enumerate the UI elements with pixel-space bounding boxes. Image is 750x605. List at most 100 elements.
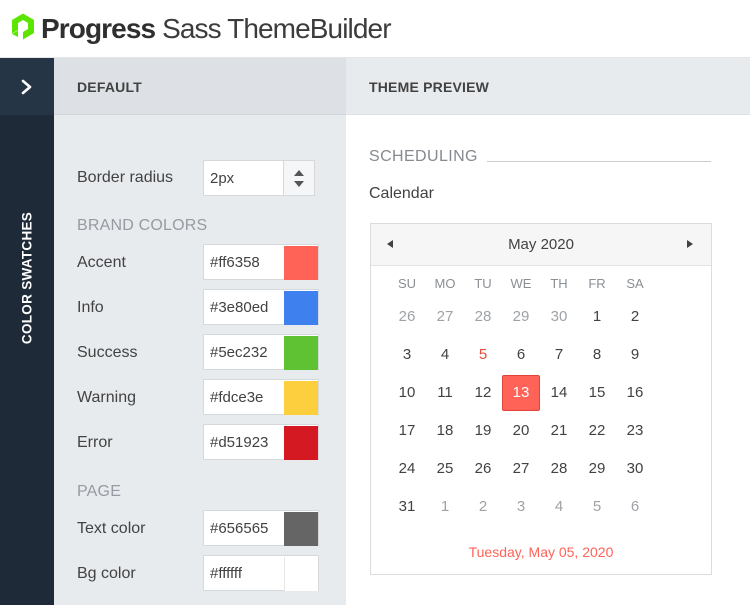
- error-color-input[interactable]: #d51923: [203, 424, 319, 460]
- calendar-day[interactable]: 6: [616, 489, 654, 525]
- calendar-day[interactable]: 28: [464, 299, 502, 335]
- color-swatches-tab[interactable]: COLOR SWATCHES: [10, 198, 44, 358]
- app-title: Progress Sass ThemeBuilder: [41, 13, 392, 45]
- warning-color-input[interactable]: #fdce3e: [203, 379, 319, 415]
- text-color-swatch[interactable]: [284, 512, 318, 546]
- calendar-day[interactable]: 26: [464, 451, 502, 487]
- brand-name: Progress: [41, 13, 156, 44]
- calendar-day[interactable]: 24: [388, 451, 426, 487]
- calendar-day[interactable]: 9: [616, 337, 654, 373]
- calendar-day[interactable]: 10: [388, 375, 426, 411]
- info-swatch[interactable]: [284, 291, 318, 325]
- calendar-day[interactable]: 1: [578, 299, 616, 335]
- success-color-input[interactable]: #5ec232: [203, 334, 319, 370]
- calendar-day[interactable]: 12: [464, 375, 502, 411]
- success-hex: #5ec232: [210, 344, 268, 361]
- calendar-day[interactable]: 29: [502, 299, 540, 335]
- settings-panel: DEFAULT Border radius 2px BRAND COLORS A…: [54, 58, 346, 605]
- border-radius-spinner: [283, 161, 314, 195]
- calendar-day[interactable]: 5: [464, 337, 502, 373]
- increase-arrow-icon[interactable]: [294, 170, 304, 176]
- panel-title: DEFAULT: [77, 79, 142, 95]
- chevron-right-icon: [21, 79, 32, 94]
- page-heading: PAGE: [77, 483, 122, 500]
- border-radius-input[interactable]: 2px: [203, 160, 315, 196]
- product-name: Sass ThemeBuilder: [162, 13, 391, 44]
- calendar-day[interactable]: 17: [388, 413, 426, 449]
- calendar-day[interactable]: 27: [502, 451, 540, 487]
- calendar-day[interactable]: 18: [426, 413, 464, 449]
- theme-preview-panel: THEME PREVIEW SCHEDULING Calendar May 20…: [346, 58, 750, 605]
- calendar-day[interactable]: 3: [388, 337, 426, 373]
- progress-logo-icon: [12, 13, 34, 40]
- brand-colors-heading: BRAND COLORS: [77, 217, 208, 234]
- error-swatch[interactable]: [284, 426, 318, 460]
- calendar-day[interactable]: 15: [578, 375, 616, 411]
- info-color-input[interactable]: #3e80ed: [203, 289, 319, 325]
- accent-swatch[interactable]: [284, 246, 318, 280]
- next-month-icon[interactable]: [687, 240, 693, 248]
- calendar-day[interactable]: 7: [540, 337, 578, 373]
- calendar-day[interactable]: 1: [426, 489, 464, 525]
- calendar-day[interactable]: 25: [426, 451, 464, 487]
- color-swatches-sidebar: COLOR SWATCHES: [0, 58, 54, 605]
- text-color-label: Text color: [77, 520, 146, 537]
- color-swatches-label: COLOR SWATCHES: [19, 211, 35, 345]
- calendar-day[interactable]: 31: [388, 489, 426, 525]
- calendar-day[interactable]: 3: [502, 489, 540, 525]
- calendar-day[interactable]: 23: [616, 413, 654, 449]
- bg-color-hex: #ffffff: [210, 565, 242, 582]
- success-swatch[interactable]: [284, 336, 318, 370]
- calendar-day[interactable]: 19: [464, 413, 502, 449]
- calendar-day[interactable]: 5: [578, 489, 616, 525]
- calendar-day[interactable]: 30: [616, 451, 654, 487]
- calendar-day[interactable]: 2: [616, 299, 654, 335]
- bg-color-input[interactable]: #ffffff: [203, 555, 319, 591]
- calendar-today-link[interactable]: Tuesday, May 05, 2020: [371, 544, 711, 560]
- calendar-day[interactable]: 2: [464, 489, 502, 525]
- calendar-month-title[interactable]: May 2020: [371, 236, 711, 253]
- info-label: Info: [77, 299, 104, 316]
- settings-panel-header: DEFAULT: [54, 58, 346, 115]
- calendar-widget: May 2020 SU MO TU WE TH FR SA 26 27 28 29 30 1 2 3 4 5 6 7…: [370, 223, 712, 575]
- decrease-arrow-icon[interactable]: [294, 181, 304, 187]
- calendar-day[interactable]: 4: [540, 489, 578, 525]
- calendar-day[interactable]: 14: [540, 375, 578, 411]
- warning-swatch[interactable]: [284, 381, 318, 415]
- weekday-su: SU: [397, 276, 417, 291]
- calendar-day[interactable]: 8: [578, 337, 616, 373]
- warning-label: Warning: [77, 389, 136, 406]
- calendar-day[interactable]: 11: [426, 375, 464, 411]
- weekday-mo: MO: [434, 276, 456, 291]
- calendar-day[interactable]: 16: [616, 375, 654, 411]
- error-label: Error: [77, 434, 113, 451]
- calendar-day[interactable]: 29: [578, 451, 616, 487]
- weekday-sa: SA: [626, 276, 644, 291]
- success-label: Success: [77, 344, 138, 361]
- calendar-day[interactable]: 27: [426, 299, 464, 335]
- calendar-day-selected[interactable]: 13: [502, 375, 540, 411]
- text-color-input[interactable]: #656565: [203, 510, 319, 546]
- text-color-hex: #656565: [210, 520, 269, 537]
- calendar-day[interactable]: 28: [540, 451, 578, 487]
- bg-color-swatch[interactable]: [284, 557, 318, 591]
- scheduling-heading: SCHEDULING: [369, 148, 478, 165]
- warning-hex: #fdce3e: [210, 389, 264, 406]
- calendar-day[interactable]: 20: [502, 413, 540, 449]
- border-radius-value: 2px: [210, 170, 235, 187]
- border-radius-label: Border radius: [77, 169, 174, 186]
- calendar-day[interactable]: 22: [578, 413, 616, 449]
- calendar-day[interactable]: 21: [540, 413, 578, 449]
- theme-preview-header: THEME PREVIEW: [346, 58, 750, 115]
- bg-color-label: Bg color: [77, 565, 136, 582]
- weekday-fr: FR: [588, 276, 606, 291]
- info-hex: #3e80ed: [210, 299, 269, 316]
- accent-label: Accent: [77, 254, 126, 271]
- calendar-day[interactable]: 26: [388, 299, 426, 335]
- sidebar-toggle-button[interactable]: [0, 58, 54, 115]
- calendar-day[interactable]: 4: [426, 337, 464, 373]
- calendar-day[interactable]: 6: [502, 337, 540, 373]
- calendar-day[interactable]: 30: [540, 299, 578, 335]
- accent-color-input[interactable]: #ff6358: [203, 244, 319, 280]
- section-divider: [487, 161, 711, 162]
